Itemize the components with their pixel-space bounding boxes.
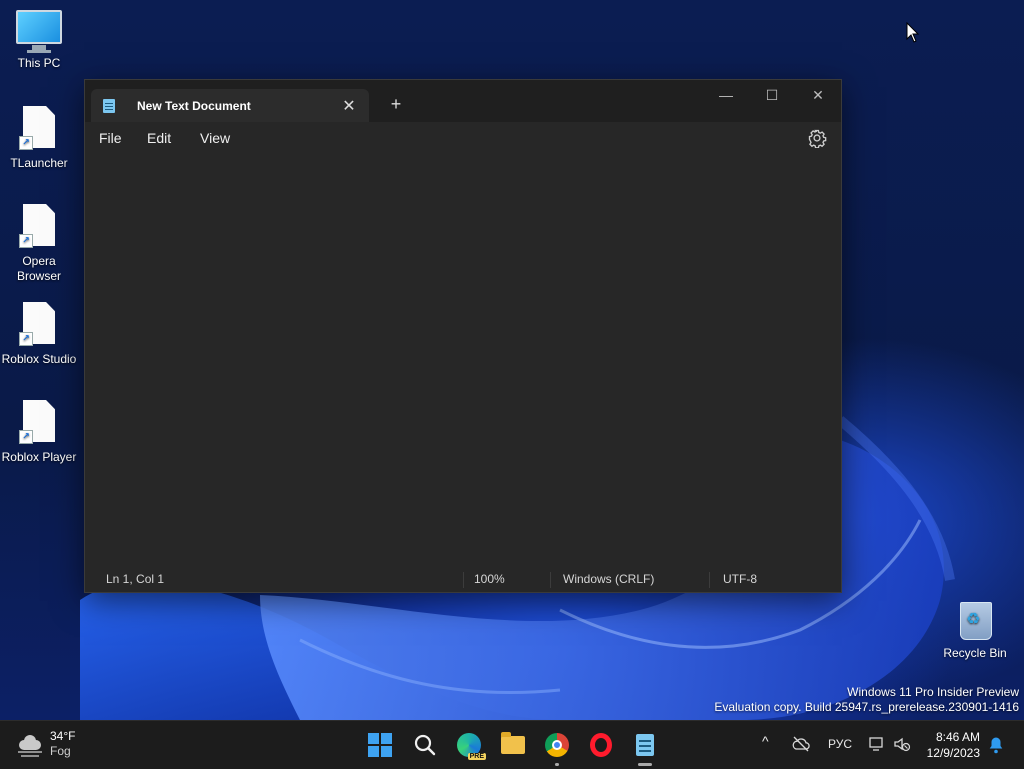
volume-muted-icon[interactable] [893,735,911,753]
desktop-icon-label: Opera Browser [16,254,61,283]
taskbar-file-explorer[interactable] [498,730,528,760]
onedrive-offline-icon[interactable] [792,736,810,752]
taskbar-opera[interactable] [586,730,616,760]
chrome-icon [545,733,569,757]
watermark-line-2: Evaluation copy. Build 25947.rs_prerelea… [714,700,1019,714]
weather-temperature: 34°F [50,729,76,743]
opera-icon [590,733,612,757]
file-icon: ↗ [19,400,57,444]
cursor-position: Ln 1, Col 1 [106,572,165,586]
new-tab-button[interactable]: + [385,94,407,115]
status-bar: Ln 1, Col 1 100% Windows (CRLF) UTF-8 [85,568,841,592]
file-explorer-icon [501,732,525,754]
windows-start-icon [368,733,392,757]
shortcut-arrow-icon: ↗ [19,136,33,150]
status-separator [463,572,464,588]
notification-bell-icon[interactable] [988,736,1004,754]
desktop-icon-recycle-bin[interactable]: ♻ Recycle Bin [936,598,1014,661]
weather-widget[interactable]: 34°F Fog [16,729,75,759]
clock-date: 12/9/2023 [926,746,980,760]
encoding[interactable]: UTF-8 [723,572,757,586]
shortcut-arrow-icon: ↗ [19,332,33,346]
file-icon: ↗ [19,204,57,248]
title-bar[interactable]: New Text Document ✕ + — ☐ ✕ [85,80,841,122]
desktop-icon-roblox-studio[interactable]: ↗ Roblox Studio [0,302,78,367]
input-language-indicator[interactable]: РУС [828,737,852,751]
close-window-button[interactable]: ✕ [795,80,841,110]
file-icon: ↗ [19,106,57,150]
desktop-icon-label: Recycle Bin [943,646,1007,660]
text-editor[interactable] [85,154,841,568]
search-icon [414,734,436,756]
desktop-icon-label: Roblox Player [1,450,77,464]
recycle-bin-icon: ♻ [958,598,992,640]
desktop-icon-tlauncher[interactable]: ↗ TLauncher [0,106,78,171]
clock-time: 8:46 AM [935,730,980,744]
notepad-icon [103,98,115,113]
menu-view[interactable]: View [200,130,230,146]
active-indicator [638,763,652,766]
fog-cloud-icon [16,734,44,757]
taskbar-chrome[interactable] [542,730,572,766]
taskbar: 34°F Fog PRE ^ РУС 8:46 AM 12/9/2023 [0,720,1024,769]
system-clock[interactable]: 8:46 AM 12/9/2023 [927,729,980,761]
monitor-icon [16,10,62,44]
desktop-icon-label: TLauncher [10,156,68,170]
menu-bar: File Edit View [85,122,841,154]
zoom-level[interactable]: 100% [474,572,505,586]
menu-file[interactable]: File [99,130,122,146]
network-icon[interactable] [868,735,886,753]
status-separator [709,572,710,588]
gear-icon[interactable] [807,128,827,148]
running-indicator [555,763,559,766]
taskbar-edge-preview[interactable]: PRE [454,730,486,760]
close-tab-icon[interactable]: ✕ [335,96,363,116]
start-button[interactable] [365,730,395,760]
maximize-button[interactable]: ☐ [749,80,795,110]
mouse-cursor-icon [906,22,920,43]
tab-new-text-document[interactable]: New Text Document ✕ [91,89,369,122]
shortcut-arrow-icon: ↗ [19,430,33,444]
search-button[interactable] [410,730,440,760]
menu-edit[interactable]: Edit [147,130,171,146]
desktop-icon-label: Roblox Studio [1,352,77,366]
file-icon: ↗ [19,302,57,346]
line-ending[interactable]: Windows (CRLF) [563,572,654,586]
minimize-button[interactable]: — [703,80,749,110]
shortcut-arrow-icon: ↗ [19,234,33,248]
monitor-base [27,50,51,53]
weather-condition: Fog [50,744,71,758]
evaluation-watermark: Windows 11 Pro Insider Preview Evaluatio… [714,685,1019,715]
show-hidden-icons-chevron[interactable]: ^ [762,733,769,749]
watermark-line-1: Windows 11 Pro Insider Preview [847,685,1019,699]
desktop-icon-label: This PC [17,56,61,70]
notepad-window: New Text Document ✕ + — ☐ ✕ File Edit Vi… [84,79,842,593]
taskbar-notepad[interactable] [630,730,660,766]
desktop-icon-this-pc[interactable]: This PC [0,10,78,71]
status-separator [550,572,551,588]
desktop-icon-roblox-player[interactable]: ↗ Roblox Player [0,400,78,465]
edge-preview-icon: PRE [457,733,486,760]
notepad-icon [636,734,654,756]
tab-title: New Text Document [137,98,251,113]
desktop-icon-opera-browser[interactable]: ↗ Opera Browser [0,204,78,284]
